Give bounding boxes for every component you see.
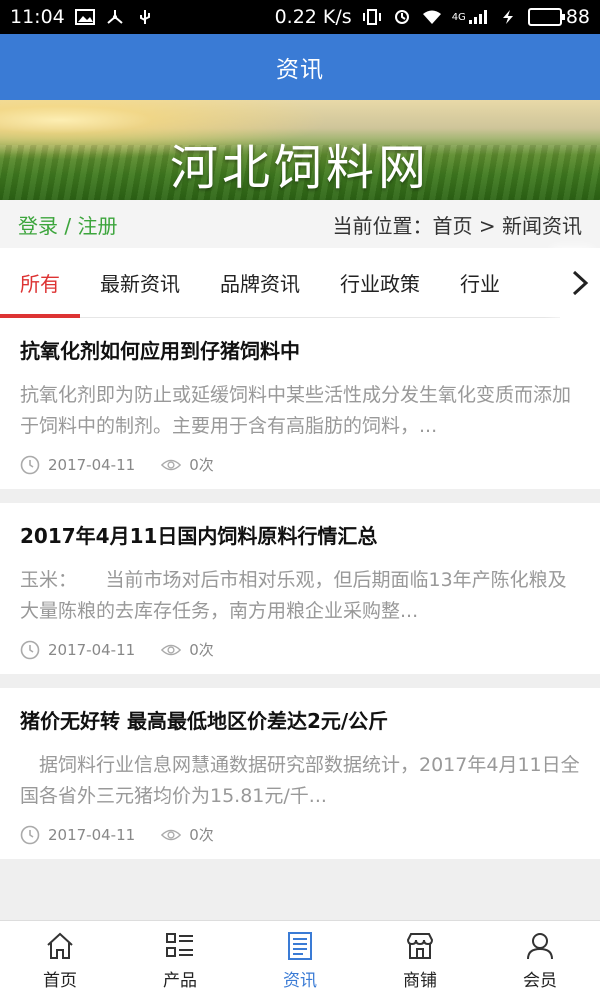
- news-date: 2017-04-11: [48, 825, 136, 844]
- nav-products-label: 产品: [163, 971, 197, 991]
- app-bar: 资讯: [0, 34, 600, 100]
- tab-brand-news[interactable]: 品牌资讯: [200, 248, 320, 318]
- category-tabs: 所有 最新资讯 品牌资讯 行业政策 行业: [0, 248, 600, 318]
- clock-icon: [20, 825, 40, 845]
- tab-latest-news[interactable]: 最新资讯: [80, 248, 200, 318]
- battery-level: 88: [565, 6, 590, 28]
- nav-member-label: 会员: [523, 971, 557, 991]
- location-bar: 登录 / 注册 当前位置：首页 > 新闻资讯: [0, 200, 600, 248]
- charging-icon: [502, 10, 513, 24]
- image-icon: [74, 9, 95, 25]
- news-item[interactable]: 抗氧化剂如何应用到仔猪饲料中 抗氧化剂即为防止或延缓饲料中某些活性成分发生氧化变…: [0, 318, 600, 489]
- eye-icon: [161, 640, 182, 660]
- nav-shops[interactable]: 商铺: [360, 921, 480, 1000]
- signal-icon: [468, 10, 487, 24]
- nav-products[interactable]: 产品: [120, 921, 240, 1000]
- tabs-more-button[interactable]: [560, 248, 600, 318]
- nav-news[interactable]: 资讯: [240, 921, 360, 1000]
- news-item[interactable]: 猪价无好转 最高最低地区价差达2元/公斤 据饲料行业信息网慧通数据研究部数据统计…: [0, 688, 600, 859]
- chevron-right-icon: [572, 270, 589, 296]
- battery-icon: [527, 8, 565, 26]
- home-icon: [47, 932, 73, 959]
- news-date: 2017-04-11: [48, 640, 136, 659]
- tab-industry-policy[interactable]: 行业政策: [320, 248, 440, 318]
- status-time: 11:04: [10, 6, 65, 28]
- list-icon: [166, 933, 193, 957]
- banner-logo-text: 河北饲料网: [169, 140, 430, 196]
- net-speed: 0.22 K/s: [274, 6, 352, 28]
- vibrate-icon: [362, 9, 381, 25]
- news-views: 0次: [189, 456, 214, 474]
- news-item[interactable]: 2017年4月11日国内饲料原料行情汇总 玉米： 当前市场对后市相对乐观，但后期…: [0, 503, 600, 674]
- bottom-nav: 首页 产品 资讯 商铺 会员: [0, 920, 600, 1000]
- site-banner: 河北饲料网: [0, 100, 600, 200]
- nav-news-label: 资讯: [283, 971, 317, 991]
- news-title[interactable]: 抗氧化剂如何应用到仔猪饲料中: [20, 336, 580, 366]
- nav-shops-label: 商铺: [403, 971, 437, 991]
- shop-icon: [406, 933, 434, 959]
- signal-label: 4G: [451, 11, 466, 23]
- news-meta: 2017-04-11 0次: [20, 639, 580, 660]
- share-icon: [107, 10, 123, 24]
- news-title[interactable]: 2017年4月11日国内饲料原料行情汇总: [20, 521, 580, 551]
- news-meta: 2017-04-11 0次: [20, 454, 580, 475]
- eye-icon: [161, 825, 182, 845]
- alarm-icon: [394, 10, 409, 24]
- status-bar: 11:04 0.22 K/s 4G 88: [0, 0, 600, 34]
- news-meta: 2017-04-11 0次: [20, 824, 580, 845]
- breadcrumb: 当前位置：首页 > 新闻资讯: [332, 213, 582, 238]
- nav-member[interactable]: 会员: [480, 921, 600, 1000]
- news-title[interactable]: 猪价无好转 最高最低地区价差达2元/公斤: [20, 706, 580, 736]
- clock-icon: [20, 455, 40, 475]
- nav-home-label: 首页: [43, 971, 77, 991]
- eye-icon: [161, 455, 182, 475]
- tab-all[interactable]: 所有: [0, 248, 80, 318]
- usb-icon: [139, 10, 150, 24]
- battery-indicator: 88: [527, 6, 590, 28]
- login-register-link[interactable]: 登录 / 注册: [18, 210, 117, 239]
- news-icon: [288, 932, 312, 960]
- nav-home[interactable]: 首页: [0, 921, 120, 1000]
- page-title: 资讯: [276, 57, 324, 83]
- user-icon: [527, 933, 553, 960]
- news-views: 0次: [189, 826, 214, 844]
- news-summary: 抗氧化剂即为防止或延缓饲料中某些活性成分发生氧化变质而添加于饲料中的制剂。主要用…: [20, 384, 572, 437]
- clock-icon: [20, 640, 40, 660]
- news-views: 0次: [189, 641, 214, 659]
- wifi-icon: [422, 10, 441, 24]
- news-summary: 据饲料行业信息网慧通数据研究部数据统计，2017年4月11日全国各省外三元猪均价…: [20, 754, 580, 807]
- news-summary: 玉米： 当前市场对后市相对乐观，但后期面临13年产陈化粮及大量陈粮的去库存任务，…: [20, 569, 567, 622]
- tab-industry[interactable]: 行业: [440, 248, 520, 318]
- news-date: 2017-04-11: [48, 455, 136, 474]
